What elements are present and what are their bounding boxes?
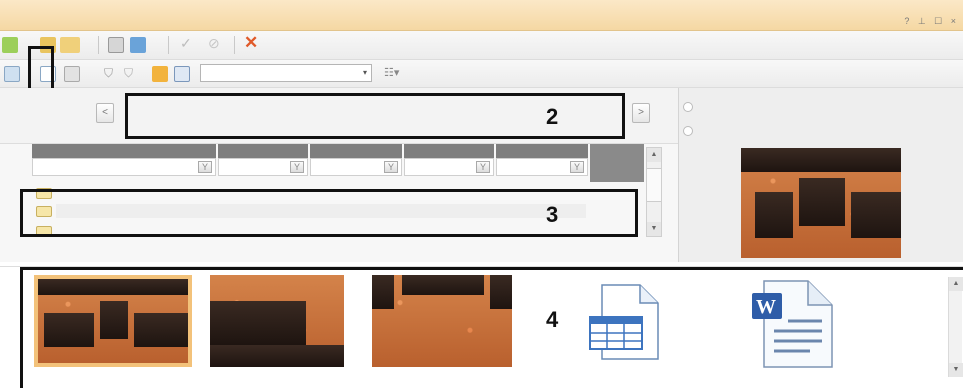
callout-number-3: 3 (546, 202, 559, 227)
column-header[interactable] (310, 144, 402, 158)
column-header[interactable] (496, 144, 588, 158)
column-header (590, 144, 644, 182)
folder-icon[interactable] (60, 37, 80, 53)
scroll-down-icon[interactable]: ▼ (949, 363, 963, 377)
scroll-up-icon[interactable]: ▲ (647, 148, 661, 162)
callout-number-4: 4 (546, 307, 559, 332)
view-toolbar: ⛉ ⛉ ▾ ☷▾ (0, 60, 963, 88)
toolbar-separator (234, 36, 235, 54)
word-document-icon[interactable]: W (750, 279, 836, 369)
scroll-thumb[interactable] (647, 168, 661, 202)
filter-icon[interactable]: Y (570, 161, 584, 173)
filter-clear-icon[interactable]: ⛉ (124, 66, 133, 81)
close-icon[interactable]: ✕ (244, 33, 258, 53)
filter-icon[interactable]: Y (384, 161, 398, 173)
preview-pane (678, 88, 963, 262)
radio-option-1[interactable] (683, 102, 693, 112)
column-header[interactable] (218, 144, 308, 158)
printer-icon[interactable] (108, 37, 124, 53)
view-list-icon[interactable] (4, 66, 20, 82)
main-toolbar: ✓ ⊘ ✕ (0, 31, 963, 60)
radio-option-2[interactable] (683, 126, 693, 136)
filter-icon[interactable]: ⛉ (104, 66, 113, 81)
column-header[interactable] (404, 144, 494, 158)
filter-cell[interactable]: Y (218, 158, 308, 176)
filter-cell[interactable]: Y (496, 158, 588, 176)
options-icon[interactable]: ☷▾ (384, 66, 399, 79)
thumbnail-micrograph[interactable] (372, 275, 512, 367)
thumbnail-selected[interactable] (34, 275, 192, 367)
column-header[interactable] (32, 144, 216, 158)
filter-cell[interactable]: Y (310, 158, 402, 176)
table-scrollbar[interactable]: ▲ ▼ (646, 147, 662, 237)
thumbnail-scrollbar[interactable]: ▲ ▼ (948, 277, 963, 377)
navigation-row: < 2 > (0, 88, 678, 144)
filter-icon[interactable]: Y (198, 161, 212, 173)
preview-image (741, 148, 901, 258)
document-table: Y Y Y Y Y 3 ▲ ▼ (0, 144, 678, 262)
callout-number-2: 2 (546, 104, 559, 129)
svg-text:W: W (756, 296, 776, 318)
find-icon[interactable] (174, 66, 190, 82)
filter-cell[interactable]: Y (32, 158, 216, 176)
spreadsheet-document-icon[interactable] (588, 283, 662, 361)
window-controls[interactable]: ? ⊥ ☐ × (904, 16, 959, 27)
scroll-down-icon[interactable]: ▼ (647, 222, 661, 236)
prev-button[interactable]: < (96, 103, 114, 123)
scroll-up-icon[interactable]: ▲ (949, 277, 963, 291)
toolbar-separator (98, 36, 99, 54)
paint-icon[interactable] (130, 37, 146, 53)
title-bar: ? ⊥ ☐ × (0, 0, 963, 31)
filter-icon[interactable]: Y (290, 161, 304, 173)
filter-icon[interactable]: Y (476, 161, 490, 173)
thumbnail-micrograph[interactable] (210, 275, 344, 367)
view-combo[interactable]: ▾ (200, 64, 372, 82)
view-grid-icon[interactable] (64, 66, 80, 82)
highlight-icon[interactable] (152, 66, 168, 82)
cancel-icon[interactable]: ⊘ (208, 35, 220, 52)
folder-new-icon[interactable] (2, 37, 18, 53)
toolbar-separator (168, 36, 169, 54)
check-icon[interactable]: ✓ (180, 35, 192, 52)
chevron-down-icon[interactable]: ▾ (363, 68, 367, 77)
filter-cell[interactable]: Y (404, 158, 494, 176)
next-button[interactable]: > (632, 103, 650, 123)
thumbnail-strip: 4 W ▲ ▼ (0, 266, 963, 388)
